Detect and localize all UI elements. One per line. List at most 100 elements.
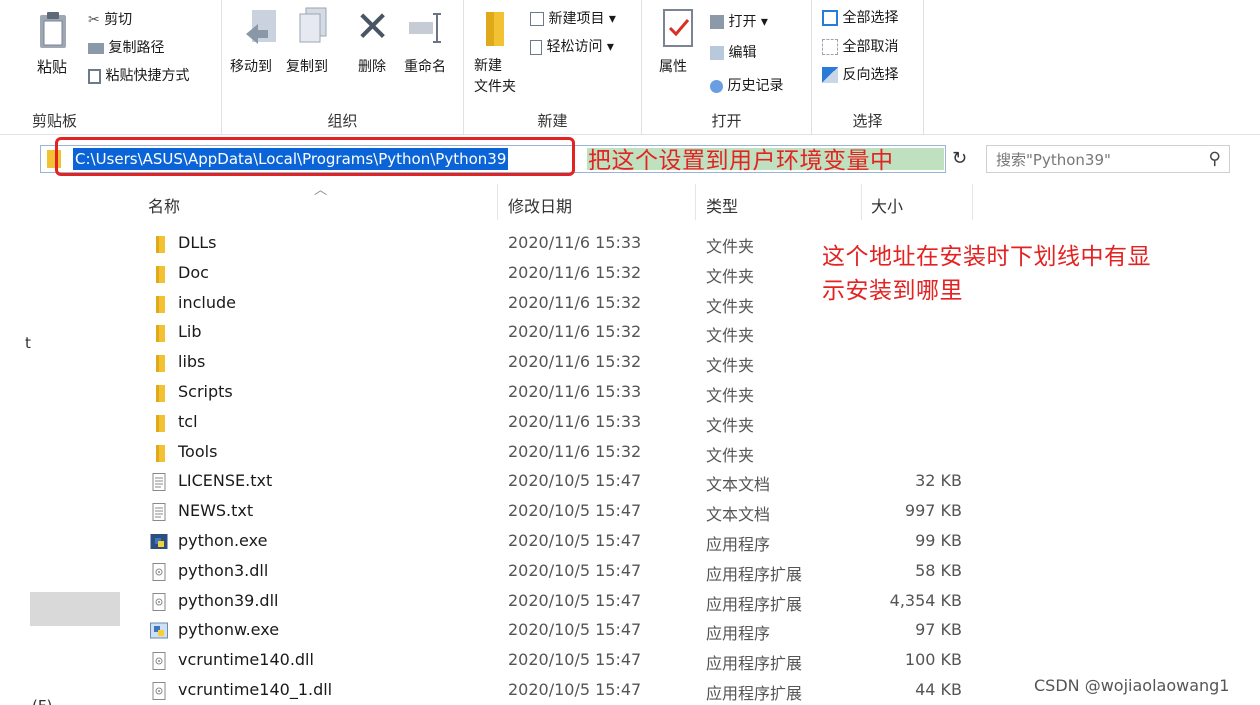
column-divider[interactable] — [972, 184, 973, 220]
refresh-icon[interactable]: ↻ — [952, 148, 967, 169]
search-placeholder: 搜索"Python39" — [996, 151, 1111, 169]
table-row[interactable]: python.exe 2020/10/5 15:47 应用程序 99 KB — [140, 527, 970, 557]
file-size: 4,354 KB — [889, 590, 962, 610]
folder-icon — [150, 444, 168, 462]
file-name: Doc — [178, 262, 209, 282]
column-date[interactable]: 修改日期 — [508, 193, 572, 217]
history-icon — [710, 79, 723, 93]
folder-icon — [150, 354, 168, 373]
file-size: 44 KB — [915, 680, 962, 699]
file-date: 2020/11/6 15:33 — [508, 233, 642, 252]
move-to-button[interactable]: 移动到 — [230, 56, 272, 76]
file-type: 应用程序扩展 — [706, 564, 803, 584]
invert-selection-button[interactable]: 反向选择 — [822, 64, 898, 84]
folder-icon — [150, 295, 168, 313]
easy-access-button[interactable]: 轻松访问 ▾ — [530, 36, 614, 56]
table-row[interactable]: tcl 2020/11/6 15:33 文件夹 — [140, 408, 970, 438]
text-file-icon — [150, 503, 168, 522]
navigation-item-fragment[interactable]: t — [25, 334, 31, 352]
table-row[interactable]: vcruntime140.dll 2020/10/5 15:47 应用程序扩展 100… — [140, 646, 970, 676]
table-row[interactable]: LICENSE.txt 2020/10/5 15:47 文本文档 32 KB — [140, 467, 970, 497]
folder-icon — [150, 235, 168, 253]
open-button[interactable]: 打开 ▾ — [710, 11, 768, 31]
table-row[interactable]: Lib 2020/11/6 15:32 文件夹 — [140, 318, 970, 348]
column-type[interactable]: 类型 — [706, 193, 738, 217]
file-name: NEWS.txt — [178, 501, 254, 521]
paste-icon[interactable] — [38, 10, 68, 50]
file-type: 应用程序 — [706, 535, 771, 554]
file-type: 应用程序 — [706, 624, 771, 644]
file-name: vcruntime140.dll — [178, 650, 314, 670]
ribbon: 粘贴 ✂ 剪切 复制路径 粘贴快捷方式 剪贴板 移动到 复制到 ✕ 删除 重命名… — [0, 0, 1260, 135]
edit-button[interactable]: 编辑 — [710, 42, 756, 62]
table-row[interactable]: NEWS.txt 2020/10/5 15:47 文本文档 997 KB — [140, 497, 970, 527]
column-name[interactable]: 名称 — [148, 193, 180, 217]
file-type: 文件夹 — [706, 356, 755, 376]
file-type: 文件夹 — [706, 386, 755, 405]
dll-file-icon — [150, 562, 168, 581]
file-type: 应用程序扩展 — [706, 684, 803, 703]
file-name: python.exe — [178, 531, 268, 550]
file-date: 2020/10/5 15:47 — [508, 650, 642, 670]
dll-file-icon — [150, 682, 168, 700]
properties-button[interactable]: 属性 — [659, 56, 687, 76]
rename-icon — [407, 10, 447, 50]
annotation-red-box — [55, 137, 575, 176]
table-row[interactable]: libs 2020/11/6 15:32 文件夹 — [140, 348, 970, 378]
new-item-icon — [530, 12, 544, 26]
column-divider[interactable] — [861, 184, 862, 220]
table-row[interactable]: vcruntime140_1.dll 2020/10/5 15:47 应用程序扩展 4… — [140, 676, 970, 705]
rename-button[interactable]: 重命名 — [404, 56, 446, 76]
copy-to-icon — [296, 6, 328, 52]
new-folder-button[interactable]: 新建 文件夹 — [474, 56, 516, 98]
copy-path-button[interactable]: 复制路径 — [88, 37, 164, 57]
navigation-selected-item[interactable] — [30, 592, 120, 626]
history-button[interactable]: 历史记录 — [710, 75, 783, 95]
organize-group-label: 组织 — [327, 112, 358, 130]
select-none-button[interactable]: 全部取消 — [822, 36, 898, 56]
paste-button[interactable]: 粘贴 — [37, 56, 67, 77]
file-size: 32 KB — [915, 471, 962, 491]
new-item-button[interactable]: 新建项目 ▾ — [530, 8, 616, 28]
table-row[interactable]: python39.dll 2020/10/5 15:47 应用程序扩展 4,354 K… — [140, 587, 970, 617]
table-row[interactable]: Scripts 2020/11/6 15:33 文件夹 — [140, 378, 970, 408]
folder-icon — [150, 265, 168, 283]
paste-shortcut-button[interactable]: 粘贴快捷方式 — [88, 65, 189, 85]
file-type: 应用程序扩展 — [706, 594, 803, 614]
cut-button[interactable]: ✂ 剪切 — [88, 9, 132, 29]
navigation-item-fragment[interactable]: (F) — [32, 697, 52, 705]
file-date: 2020/11/6 15:32 — [508, 441, 642, 461]
text-file-icon — [150, 473, 168, 492]
column-divider[interactable] — [497, 184, 498, 220]
file-type: 文件夹 — [706, 296, 755, 316]
dll-file-icon — [150, 652, 168, 671]
file-date: 2020/10/5 15:47 — [508, 560, 642, 580]
delete-button[interactable]: 删除 — [358, 56, 386, 76]
file-size: 58 KB — [915, 560, 962, 580]
column-divider[interactable] — [695, 184, 696, 220]
file-size: 97 KB — [915, 620, 962, 640]
pythonw-exe-icon — [150, 622, 168, 640]
select-all-button[interactable]: 全部选择 — [822, 7, 898, 27]
file-date: 2020/11/6 15:32 — [508, 262, 642, 282]
file-type: 文件夹 — [706, 415, 755, 435]
file-date: 2020/11/6 15:32 — [508, 352, 642, 372]
table-row[interactable]: pythonw.exe 2020/10/5 15:47 应用程序 97 KB — [140, 616, 970, 646]
file-name: DLLs — [178, 233, 217, 252]
file-name: python39.dll — [178, 590, 279, 610]
file-date: 2020/11/6 15:33 — [508, 382, 642, 401]
new-group: 新建 文件夹 新建项目 ▾ 轻松访问 ▾ 新建 — [464, 0, 642, 135]
properties-icon — [662, 8, 694, 52]
file-date: 2020/10/5 15:47 — [508, 590, 642, 610]
copy-to-button[interactable]: 复制到 — [286, 56, 328, 76]
copy-path-icon — [88, 42, 104, 54]
file-type: 文本文档 — [706, 475, 771, 495]
navigation-pane — [0, 180, 120, 705]
column-size[interactable]: 大小 — [871, 193, 903, 217]
search-input[interactable]: 搜索"Python39" ⚲ — [986, 145, 1230, 173]
table-row[interactable]: python3.dll 2020/10/5 15:47 应用程序扩展 58 KB — [140, 557, 970, 587]
file-date: 2020/11/6 15:33 — [508, 411, 642, 431]
file-type: 文件夹 — [706, 237, 755, 256]
search-icon[interactable]: ⚲ — [1209, 149, 1221, 169]
table-row[interactable]: Tools 2020/11/6 15:32 文件夹 — [140, 438, 970, 468]
